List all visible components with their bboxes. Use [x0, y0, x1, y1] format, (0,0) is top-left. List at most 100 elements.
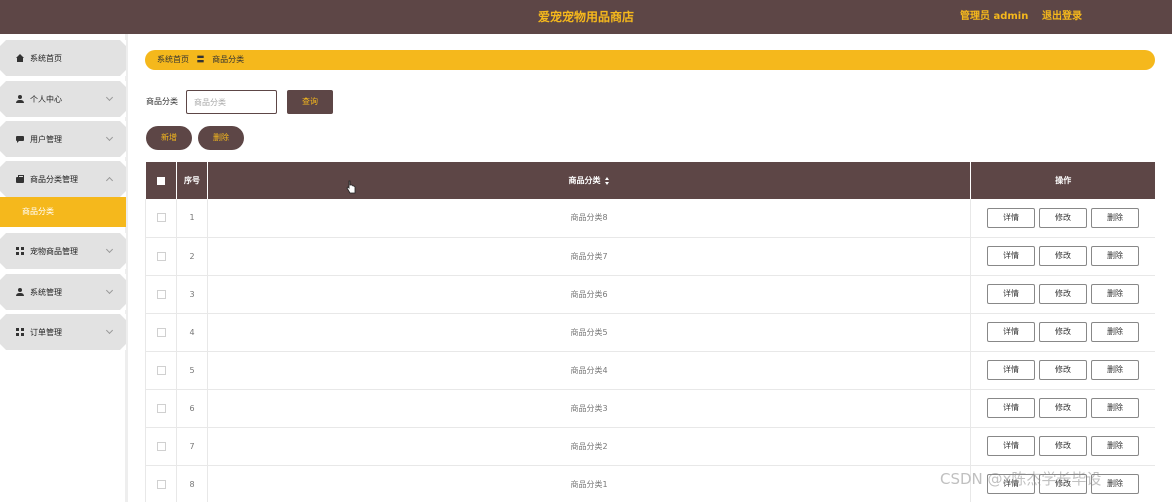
- sidebar-item-user-management[interactable]: 用户管理: [0, 121, 126, 157]
- column-header-operations: 操作: [1055, 176, 1072, 185]
- row-select-cell: [145, 237, 177, 275]
- sidebar-item-label: 系统首页: [30, 53, 62, 63]
- chevron-down-icon: [105, 326, 114, 335]
- edit-button[interactable]: 修改: [1039, 360, 1087, 380]
- search-label: 商品分类: [146, 97, 178, 106]
- detail-button[interactable]: 详情: [987, 207, 1035, 228]
- top-header: 爱宠宠物用品商店 管理员 admin 退出登录: [0, 0, 1172, 34]
- detail-button[interactable]: 详情: [987, 398, 1035, 418]
- row-category: 商品分类2: [207, 427, 971, 465]
- sidebar-item-category-management[interactable]: 商品分类管理: [0, 161, 126, 197]
- sidebar-item-pet-products[interactable]: 宠物商品管理: [0, 233, 126, 269]
- sort-icon[interactable]: [604, 176, 610, 185]
- table-row: 6 商品分类3 详情 修改 删除: [145, 389, 1155, 427]
- row-index: 4: [176, 313, 208, 351]
- edit-button[interactable]: 修改: [1039, 322, 1087, 342]
- row-index: 3: [176, 275, 208, 313]
- breadcrumb: 系统首页 〓 商品分类: [145, 50, 1155, 70]
- row-actions: 详情 修改 删除: [970, 313, 1155, 351]
- row-actions: 详情 修改 删除: [970, 199, 1155, 237]
- edit-button[interactable]: 修改: [1039, 246, 1087, 266]
- sidebar-item-order-management[interactable]: 订单管理: [0, 314, 126, 350]
- table-row: 7 商品分类2 详情 修改 删除: [145, 427, 1155, 465]
- row-checkbox[interactable]: [156, 365, 166, 375]
- sidebar-item-personal-center[interactable]: 个人中心: [0, 81, 126, 117]
- row-index: 5: [176, 351, 208, 389]
- edit-button[interactable]: 修改: [1039, 207, 1087, 228]
- detail-button[interactable]: 详情: [987, 436, 1035, 456]
- row-index: 2: [176, 237, 208, 275]
- row-checkbox[interactable]: [156, 441, 166, 451]
- delete-button[interactable]: 删除: [1091, 207, 1139, 228]
- row-checkbox[interactable]: [156, 327, 166, 337]
- delete-button[interactable]: 删除: [1091, 284, 1139, 304]
- select-all-checkbox[interactable]: [156, 176, 165, 185]
- column-header-category-label: 商品分类: [568, 176, 601, 185]
- row-select-cell: [145, 351, 177, 389]
- row-actions: 详情 修改 删除: [970, 237, 1155, 275]
- sidebar: 系统首页 个人中心 用户管理 商品分类管理 商品分类 宠物商品管理 系统管理 订…: [0, 34, 128, 502]
- search-button[interactable]: 查询: [287, 90, 333, 114]
- table-header-row: 序号 商品分类 操作: [145, 162, 1155, 199]
- grid-icon: [16, 328, 24, 336]
- row-category: 商品分类8: [207, 199, 971, 237]
- row-index: 7: [176, 427, 208, 465]
- user-icon: [16, 95, 24, 103]
- sidebar-subitem-category[interactable]: 商品分类: [0, 197, 126, 227]
- row-select-cell: [145, 275, 177, 313]
- detail-button[interactable]: 详情: [987, 246, 1035, 266]
- edit-button[interactable]: 修改: [1039, 398, 1087, 418]
- column-header-category[interactable]: 商品分类: [207, 162, 971, 199]
- chevron-down-icon: [105, 133, 114, 142]
- search-input[interactable]: [186, 90, 277, 114]
- table-row: 4 商品分类5 详情 修改 删除: [145, 313, 1155, 351]
- grid-icon: [16, 247, 24, 255]
- sidebar-item-system-management[interactable]: 系统管理: [0, 274, 126, 310]
- row-checkbox[interactable]: [156, 403, 166, 413]
- row-select-cell: [145, 199, 177, 237]
- batch-delete-button[interactable]: 删除: [198, 126, 244, 150]
- delete-button[interactable]: 删除: [1091, 398, 1139, 418]
- sidebar-item-label: 系统管理: [30, 287, 62, 297]
- sidebar-item-home[interactable]: 系统首页: [0, 40, 126, 76]
- delete-button[interactable]: 删除: [1091, 360, 1139, 380]
- row-category: 商品分类6: [207, 275, 971, 313]
- edit-button[interactable]: 修改: [1039, 284, 1087, 304]
- row-checkbox[interactable]: [156, 479, 166, 489]
- chevron-down-icon: [105, 286, 114, 295]
- row-actions: 详情 修改 删除: [970, 427, 1155, 465]
- breadcrumb-home[interactable]: 系统首页: [157, 55, 189, 64]
- hand-cursor-icon: [346, 180, 356, 194]
- delete-button[interactable]: 删除: [1091, 246, 1139, 266]
- chevron-up-icon: [105, 176, 114, 185]
- detail-button[interactable]: 详情: [987, 360, 1035, 380]
- chat-icon: [16, 135, 24, 143]
- home-icon: [16, 54, 24, 62]
- watermark-text: CSDN @x陈杰学长毕设: [940, 470, 1102, 488]
- logout-link[interactable]: 退出登录: [1042, 0, 1082, 34]
- delete-button[interactable]: 删除: [1091, 322, 1139, 342]
- row-select-cell: [145, 313, 177, 351]
- edit-button[interactable]: 修改: [1039, 436, 1087, 456]
- table-row: 5 商品分类4 详情 修改 删除: [145, 351, 1155, 389]
- row-checkbox[interactable]: [156, 289, 166, 299]
- add-button[interactable]: 新增: [146, 126, 192, 150]
- row-select-cell: [145, 427, 177, 465]
- sidebar-item-label: 宠物商品管理: [30, 246, 78, 256]
- category-table: 序号 商品分类 操作 1 商品分类8 详情 修改 删除 2 商品分类7 详情 修改 删除 3 商品分类…: [145, 162, 1155, 502]
- detail-button[interactable]: 详情: [987, 284, 1035, 304]
- chevron-down-icon: [105, 245, 114, 254]
- breadcrumb-current: 商品分类: [212, 55, 245, 64]
- row-checkbox[interactable]: [156, 251, 166, 261]
- detail-button[interactable]: 详情: [987, 322, 1035, 342]
- admin-user-label: 管理员 admin: [960, 11, 1029, 22]
- chevron-down-icon: [105, 93, 114, 102]
- sidebar-item-label: 用户管理: [30, 134, 62, 144]
- user-icon: [16, 288, 24, 296]
- column-header-index: 序号: [176, 162, 208, 199]
- row-checkbox[interactable]: [156, 213, 166, 223]
- row-select-cell: [145, 465, 177, 502]
- briefcase-icon: [16, 175, 24, 183]
- delete-button[interactable]: 删除: [1091, 436, 1139, 456]
- table-row: 2 商品分类7 详情 修改 删除: [145, 237, 1155, 275]
